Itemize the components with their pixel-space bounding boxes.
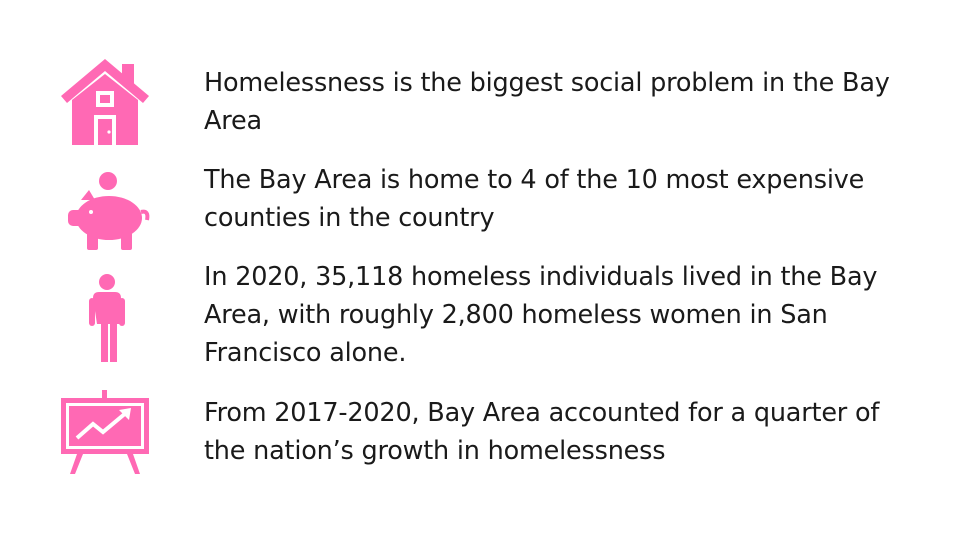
growth-chart-easel-icon [55, 384, 155, 484]
fact-homeless-count: In 2020, 35,118 homeless individuals liv… [204, 262, 878, 368]
piggy-bank-icon [55, 158, 155, 258]
person-icon [55, 266, 155, 366]
fact-expensive-counties: The Bay Area is home to 4 of the 10 most… [204, 165, 865, 233]
fact-homelessness-problem: Homelessness is the biggest social probl… [204, 68, 890, 136]
fact-homelessness-growth: From 2017-2020, Bay Area accounted for a… [204, 398, 880, 466]
house-icon [55, 50, 155, 150]
slide: Homelessness is the biggest social probl… [0, 0, 960, 540]
